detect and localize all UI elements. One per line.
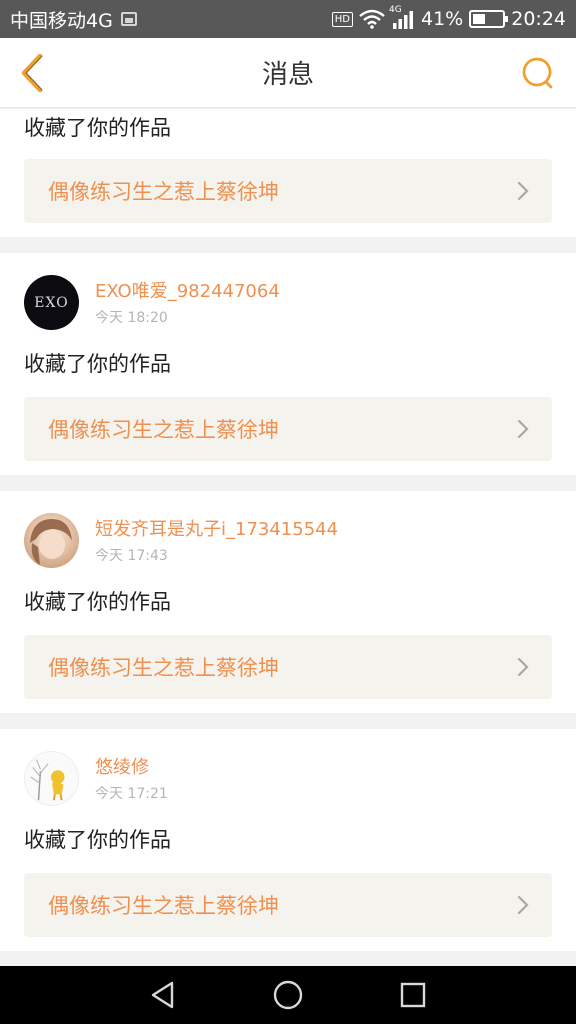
work-title: 偶像练习生之惹上蔡徐坤 (48, 180, 279, 204)
avatar-illustration-icon (30, 759, 65, 801)
search-button[interactable] (518, 52, 558, 94)
message-card: 收藏了你的作品 偶像练习生之惹上蔡徐坤 (0, 109, 576, 237)
message-list[interactable]: 收藏了你的作品 偶像练习生之惹上蔡徐坤 EXO EXO唯爱_982447064 … (0, 109, 576, 966)
message-card: EXO EXO唯爱_982447064 今天 18:20 收藏了你的作品 偶像练… (0, 253, 576, 475)
carrier-label: 中国移动4G (10, 9, 113, 32)
user-row: EXO EXO唯爱_982447064 今天 18:20 (24, 275, 552, 331)
signal-icon: 4G (389, 5, 415, 29)
page-title: 消息 (261, 60, 314, 90)
battery-percent: 41% (421, 8, 464, 30)
message-card: 悠绫修 今天 17:21 收藏了你的作品 偶像练习生之惹上蔡徐坤 (0, 729, 576, 951)
avatar[interactable]: EXO (24, 275, 79, 330)
back-button[interactable] (10, 50, 54, 96)
user-info: EXO唯爱_982447064 今天 18:20 (95, 279, 280, 329)
avatar[interactable] (24, 751, 79, 806)
system-nav-bar (0, 966, 576, 1024)
user-info: 悠绫修 今天 17:21 (95, 755, 168, 805)
chevron-left-icon (21, 53, 43, 93)
image-notification-icon (120, 12, 137, 26)
circle-home-icon (273, 980, 303, 1010)
username[interactable]: EXO唯爱_982447064 (95, 279, 280, 305)
system-back-button[interactable] (133, 966, 193, 1024)
header-bar: 消息 (0, 38, 576, 108)
chevron-right-icon (517, 419, 529, 439)
work-link[interactable]: 偶像练习生之惹上蔡徐坤 (24, 873, 552, 937)
wifi-icon (359, 9, 385, 29)
system-home-button[interactable] (258, 966, 318, 1024)
square-recents-icon (401, 982, 426, 1008)
work-title: 偶像练习生之惹上蔡徐坤 (48, 894, 279, 918)
system-recents-button[interactable] (383, 966, 443, 1024)
action-text: 收藏了你的作品 (24, 828, 171, 852)
username[interactable]: 悠绫修 (95, 755, 168, 781)
clock: 20:24 (511, 8, 566, 30)
battery-icon (469, 10, 509, 28)
avatar-logo-text: EXO (34, 294, 69, 311)
action-text: 收藏了你的作品 (24, 590, 171, 614)
avatar[interactable] (24, 513, 79, 568)
chevron-right-icon (517, 181, 529, 201)
chevron-right-icon (517, 895, 529, 915)
work-link[interactable]: 偶像练习生之惹上蔡徐坤 (24, 397, 552, 461)
action-text: 收藏了你的作品 (24, 352, 171, 376)
chevron-right-icon (517, 657, 529, 677)
work-link[interactable]: 偶像练习生之惹上蔡徐坤 (24, 635, 552, 699)
username[interactable]: 短发齐耳是丸子i_173415544 (95, 517, 338, 543)
work-title: 偶像练习生之惹上蔡徐坤 (48, 656, 279, 680)
timestamp: 今天 17:43 (95, 548, 168, 564)
message-card: 短发齐耳是丸子i_173415544 今天 17:43 收藏了你的作品 偶像练习… (0, 491, 576, 713)
user-row: 短发齐耳是丸子i_173415544 今天 17:43 (24, 513, 552, 569)
hd-icon: HD (331, 11, 353, 27)
work-link[interactable]: 偶像练习生之惹上蔡徐坤 (24, 159, 552, 223)
timestamp: 今天 18:20 (95, 310, 168, 326)
network-type-label: 4G (389, 5, 402, 15)
user-info: 短发齐耳是丸子i_173415544 今天 17:43 (95, 517, 338, 567)
action-text: 收藏了你的作品 (24, 116, 171, 140)
user-row: 悠绫修 今天 17:21 (24, 751, 552, 807)
search-icon (522, 57, 553, 89)
status-bar: 中国移动4G HD 4G 41% 20:24 (0, 0, 576, 38)
avatar-portrait-icon (30, 519, 72, 565)
timestamp: 今天 17:21 (95, 786, 168, 802)
work-title: 偶像练习生之惹上蔡徐坤 (48, 418, 279, 442)
triangle-back-icon (151, 981, 173, 1009)
